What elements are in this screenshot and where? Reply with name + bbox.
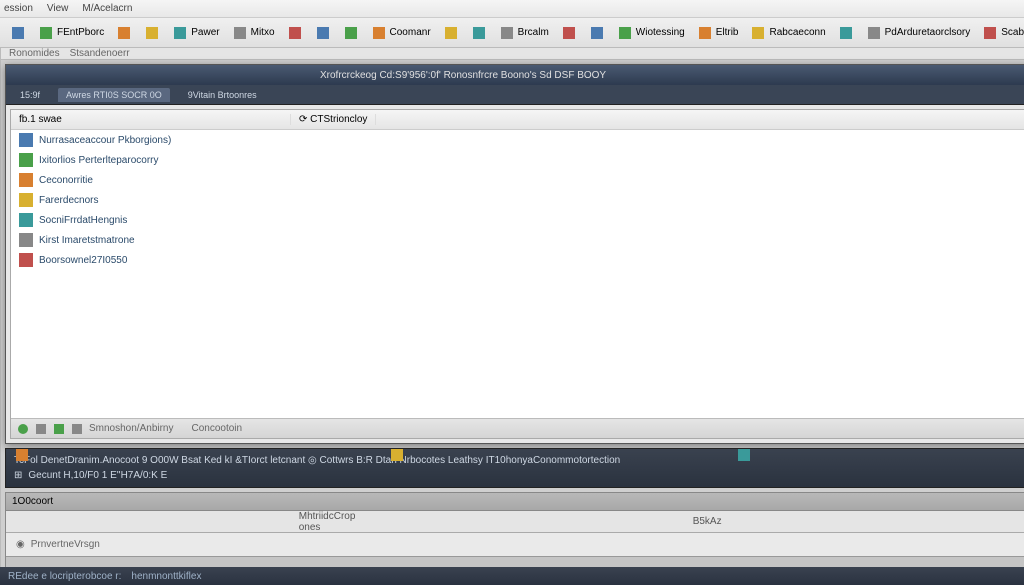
status-footer: REdee e locripterobcoe r: henmnonttkifle…: [0, 567, 1024, 585]
toolbar-button[interactable]: [834, 23, 858, 43]
toolbar-button[interactable]: Eltrib: [693, 23, 743, 43]
list-item[interactable]: SocniFrrdatHengnis: [11, 210, 1024, 230]
toolbar-button[interactable]: [6, 23, 30, 43]
console-panel: 1O0coort MhtriidcCrop onesB5kAzConlehtri…: [5, 492, 1024, 567]
status-icon: [71, 423, 83, 435]
footer-left: REdee e locripterobcoe r:: [8, 571, 121, 582]
inner-tab[interactable]: Awres RTI0S SOCR 0O: [58, 88, 170, 102]
list-item[interactable]: Boorsownel27I0550: [11, 250, 1024, 270]
status-icon: [53, 423, 65, 435]
main-toolbar: FEntPborc PawerMitxo Coomanr Brcalm Wiotessi…: [0, 18, 1024, 48]
toolbar-button[interactable]: [557, 23, 581, 43]
list-item[interactable]: Kirst Imaretstmatrone: [11, 230, 1024, 250]
inner-list: fb.1 swae ⟳ CTStrioncloy Cloit SStemer N…: [10, 109, 1024, 439]
toolbar-button[interactable]: Brcalm: [495, 23, 553, 43]
menu-item[interactable]: M/Acelacrn: [82, 3, 132, 14]
toolbar-button[interactable]: [339, 23, 363, 43]
list-item[interactable]: Ixitorlios Perterlteparocorry: [11, 150, 1024, 170]
console-tabs: MhtriidcCrop onesB5kAzConlehtritorors-s5…: [6, 511, 1024, 533]
console-footer: [6, 556, 1024, 567]
inner-tab[interactable]: 9Vitain Brtoonres: [180, 88, 265, 102]
menu-item[interactable]: View: [47, 3, 69, 14]
menubar: ession View M/Acelacrn: [0, 0, 1024, 18]
col-2[interactable]: ⟳ CTStrioncloy: [291, 114, 376, 125]
list-item[interactable]: Farerdecnors: [11, 190, 1024, 210]
center-panel: Ronomides Stsandenoerr Xrofrcrckeog Cd:S…: [1, 48, 1024, 567]
toolbar-button[interactable]: [439, 23, 463, 43]
status-left: Smnoshon/Anbirny: [89, 423, 174, 434]
toolbar-button[interactable]: Coomanr: [367, 23, 435, 43]
status-right: Concootoin: [192, 423, 243, 434]
spinner-icon: ◉: [16, 539, 25, 550]
inner-tab[interactable]: 15:9f: [12, 88, 48, 102]
toolbar-button[interactable]: FEntPborc: [34, 23, 108, 43]
inner-statusbar: Smnoshon/Anbirny Concootoin: [11, 418, 1024, 438]
toolbar-button[interactable]: Wiotessing: [613, 23, 689, 43]
footer-right: henmnonttkiflex: [131, 571, 201, 582]
menu-item[interactable]: ession: [4, 3, 33, 14]
app-root: ession View M/Acelacrn FEntPborc PawerMit…: [0, 0, 1024, 585]
list-header: fb.1 swae ⟳ CTStrioncloy Cloit SStemer: [11, 110, 1024, 130]
main-area: FFBacrtDo/Aorttites ITe CcatriosInnesoed…: [0, 48, 1024, 567]
toolbar-button[interactable]: [112, 23, 136, 43]
status-icon: [17, 423, 29, 435]
toolbar-button[interactable]: Pawer: [168, 23, 223, 43]
toolbar-button[interactable]: PdArduretaorclsory: [862, 23, 975, 43]
inner-window-tabs: 15:9f Awres RTI0S SOCR 0O 9Vitain Brtoonre…: [6, 85, 1024, 105]
list-item[interactable]: Nurrasaceaccour Pkborgions): [11, 130, 1024, 150]
toolbar-button[interactable]: [283, 23, 307, 43]
toolbar-button[interactable]: Rabcaeconn: [746, 23, 829, 43]
toolbar-button[interactable]: [467, 23, 491, 43]
col-name[interactable]: fb.1 swae: [11, 114, 291, 125]
inner-window: Xrofrcrckeog Cd:S9'956':0f' Ronosnfrcre …: [5, 64, 1024, 444]
list-item[interactable]: Ceconorritie: [11, 170, 1024, 190]
status-icon: [35, 423, 47, 435]
toolbar-button[interactable]: Mitxo: [228, 23, 279, 43]
console-body: ◉ PrnvertneVrsgn: [6, 533, 1024, 556]
console-row: PrnvertneVrsgn: [31, 539, 100, 550]
toolbar-button[interactable]: Scabtrtarrs: [978, 23, 1024, 43]
toolbar-button[interactable]: [140, 23, 164, 43]
inner-window-title: Xrofrcrckeog Cd:S9'956':0f' Ronosnfrcre …: [320, 70, 606, 81]
inner-window-titlebar[interactable]: Xrofrcrckeog Cd:S9'956':0f' Ronosnfrcre …: [6, 65, 1024, 85]
toolbar-button[interactable]: [585, 23, 609, 43]
toolbar-button[interactable]: [311, 23, 335, 43]
